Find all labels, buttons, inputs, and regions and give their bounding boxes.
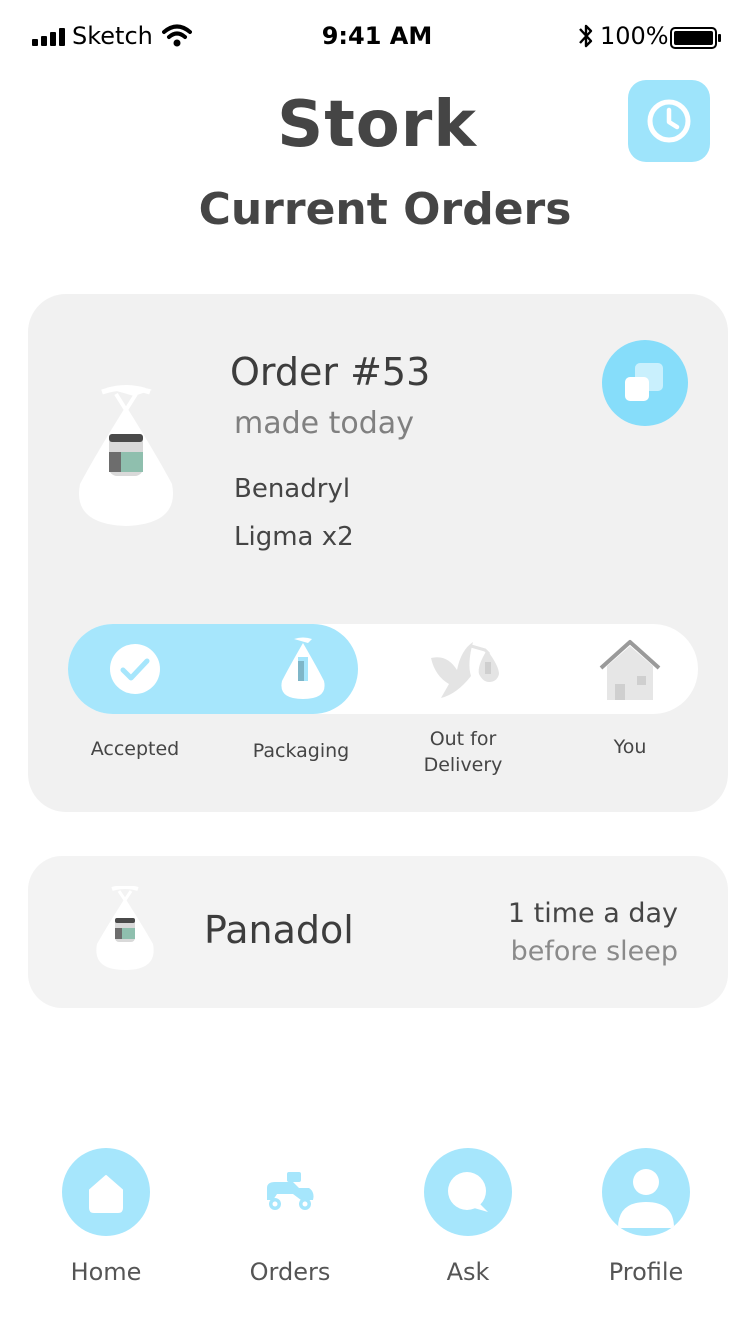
nav-home-label: Home bbox=[70, 1258, 142, 1286]
status-bar: Sketch 9:41 AM 100% bbox=[0, 0, 754, 72]
order-progress-track bbox=[68, 624, 698, 714]
prescription-card[interactable]: Panadol 1 time a day before sleep bbox=[28, 856, 728, 1008]
bluetooth-icon bbox=[579, 24, 593, 48]
chat-icon bbox=[448, 1172, 488, 1212]
order-date: made today bbox=[234, 406, 414, 441]
nav-ask[interactable]: Ask bbox=[388, 1148, 548, 1298]
prescription-name: Panadol bbox=[204, 908, 354, 952]
order-history-button[interactable] bbox=[628, 80, 710, 162]
nav-profile-label: Profile bbox=[608, 1258, 684, 1286]
copy-icon bbox=[625, 363, 663, 401]
nav-ask-label: Ask bbox=[446, 1258, 490, 1286]
battery-icon bbox=[670, 27, 721, 49]
home-icon bbox=[89, 1175, 123, 1213]
step-label-packaging: Packaging bbox=[252, 740, 350, 762]
clock-icon bbox=[647, 99, 691, 143]
nav-home[interactable]: Home bbox=[26, 1148, 186, 1298]
step-out-for-delivery bbox=[420, 624, 510, 714]
house-icon bbox=[599, 640, 661, 700]
medicine-bag-icon bbox=[96, 886, 154, 970]
step-label-you: You bbox=[613, 736, 647, 758]
nav-orders-circle[interactable] bbox=[246, 1148, 334, 1236]
bag-icon bbox=[281, 637, 325, 699]
scooter-icon bbox=[267, 1172, 314, 1210]
step-packaging bbox=[264, 624, 342, 714]
step-label-accepted: Accepted bbox=[90, 738, 180, 760]
battery-percent: 100% bbox=[600, 22, 669, 50]
nav-profile[interactable]: Profile bbox=[566, 1148, 726, 1298]
nav-orders[interactable]: Orders bbox=[210, 1148, 370, 1298]
nav-orders-label: Orders bbox=[249, 1258, 331, 1286]
order-item: Benadryl bbox=[234, 474, 351, 504]
step-you bbox=[586, 624, 674, 714]
nav-home-circle[interactable] bbox=[62, 1148, 150, 1236]
order-item: Ligma x2 bbox=[234, 522, 354, 552]
prescription-frequency: 1 time a day bbox=[507, 898, 678, 929]
step-label-out-for-delivery: Out for Delivery bbox=[423, 728, 503, 776]
nav-ask-circle[interactable] bbox=[424, 1148, 512, 1236]
user-icon bbox=[618, 1169, 674, 1228]
order-number: Order #53 bbox=[230, 350, 431, 394]
current-order-card[interactable]: Order #53 made today Benadryl Ligma x2 A… bbox=[28, 294, 728, 812]
check-icon bbox=[110, 644, 160, 694]
page-title: Current Orders bbox=[198, 184, 572, 235]
prescription-timing: before sleep bbox=[510, 936, 678, 967]
medicine-bag-icon bbox=[78, 385, 174, 526]
stork-icon bbox=[431, 642, 499, 698]
step-accepted bbox=[96, 624, 174, 714]
copy-order-button[interactable] bbox=[602, 340, 688, 426]
nav-profile-circle[interactable] bbox=[602, 1148, 690, 1236]
